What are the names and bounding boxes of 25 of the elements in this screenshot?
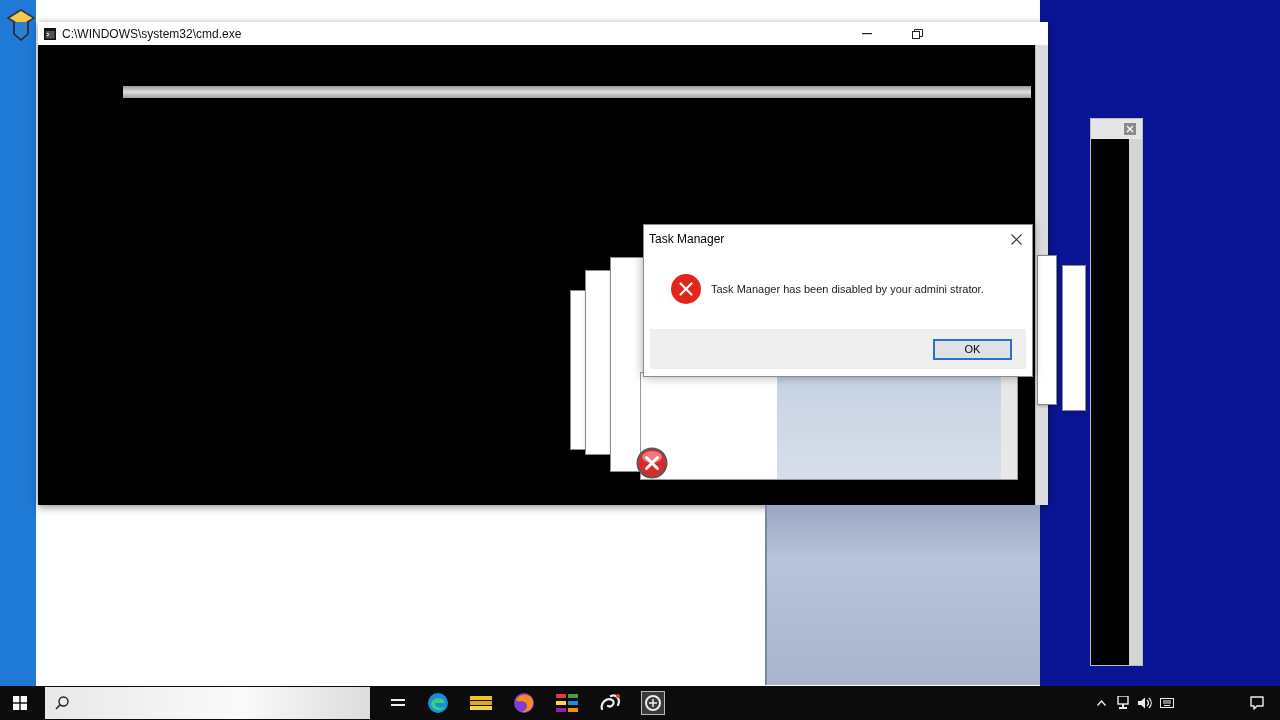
task-view-icon — [391, 698, 405, 708]
browser-icon — [426, 692, 449, 714]
stacked-bars-icon — [469, 694, 492, 712]
app-grid-icon — [555, 693, 578, 713]
swirl-circle-icon — [512, 692, 535, 714]
dialog-title: Task Manager — [649, 232, 725, 246]
chevron-up-icon — [1096, 700, 1106, 706]
monitor-icon — [1117, 696, 1129, 710]
error-icon — [671, 274, 701, 304]
keyboard-icon — [1160, 698, 1174, 708]
search-icon — [55, 696, 69, 710]
console-icon — [44, 27, 56, 40]
scrollbar[interactable] — [1129, 139, 1142, 665]
notification-icon — [1250, 696, 1264, 710]
swirl-icon — [598, 693, 621, 713]
window-title: C:\WINDOWS\system32\cmd.exe — [62, 26, 242, 41]
search-field[interactable] — [45, 687, 370, 719]
windows-icon — [13, 696, 27, 710]
volume-icon — [1138, 697, 1152, 709]
error-message: Task Manager has been disabled by your admini strator. — [711, 283, 984, 295]
close-icon — [1124, 123, 1136, 135]
ok-button[interactable]: OK — [933, 338, 1012, 360]
minimize-icon — [861, 32, 872, 35]
close-icon — [1010, 233, 1022, 245]
restore-icon — [912, 28, 923, 39]
